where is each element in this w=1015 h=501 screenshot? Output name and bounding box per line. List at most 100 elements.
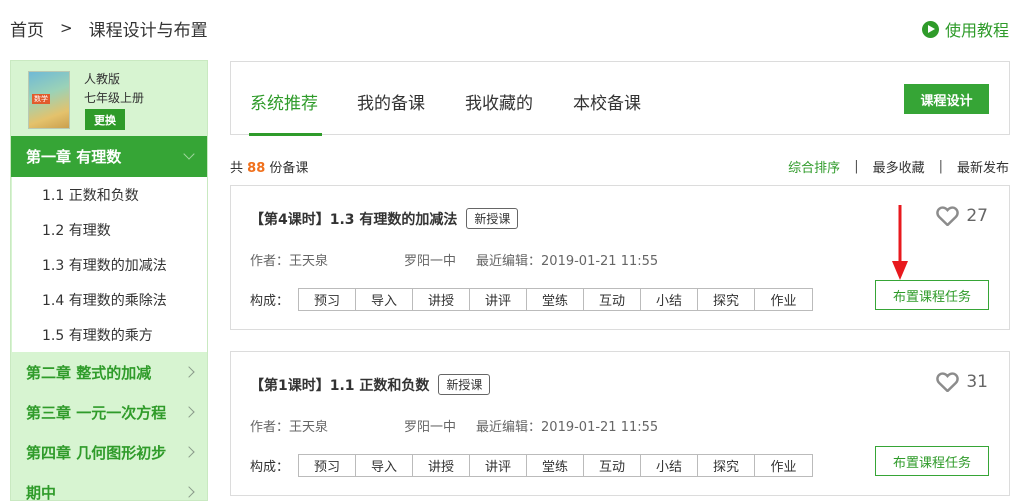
composition-step: 小结 [641,455,699,476]
sort-separator: | [938,159,943,174]
assign-course-task-button[interactable]: 布置课程任务 [875,280,989,310]
count-suffix: 份备课 [269,161,309,176]
lesson-card-title-row: 【第1课时】1.1 正数和负数 新授课 [250,374,491,395]
help-tutorial-link[interactable]: 使用教程 [921,17,1009,41]
lesson-type-badge: 新授课 [466,208,519,229]
tab-my-favorites[interactable]: 我收藏的 [465,89,533,114]
lesson-author: 作者：王天泉 [250,254,329,269]
sort-comprehensive[interactable]: 综合排序 [788,157,840,176]
composition-step: 预习 [299,289,357,310]
change-textbook-button[interactable]: 更换 [85,109,125,130]
favorite-count[interactable]: 31 [936,372,988,392]
lesson-card-title[interactable]: 【第4课时】1.3 有理数的加减法 [250,209,457,229]
composition-step: 导入 [356,289,414,310]
help-tutorial-label: 使用教程 [944,21,1009,40]
cover-tag: 数学 [32,94,50,104]
lesson-last-edited: 最近编辑：2019-01-21 11:55 [476,420,659,435]
chapter-label: 第一章 有理数 [26,148,122,166]
play-circle-icon [921,20,939,38]
lesson-list: 1.1 正数和负数 1.2 有理数 1.3 有理数的加减法 1.4 有理数的乘除… [11,177,207,352]
chapter-item[interactable]: 第四章 几何图形初步 [11,432,207,472]
tab-my-lessons[interactable]: 我的备课 [357,89,425,114]
chapter-label: 第二章 整式的加减 [26,363,152,382]
chapter-label: 期中 [26,483,57,501]
lesson-composition: 构成： 预习 导入 讲授 讲评 堂练 互动 小结 探究 作业 [250,288,814,311]
chevron-down-icon [183,148,195,160]
textbook-info: 数学 人教版 七年级上册 更换 [11,61,207,136]
chevron-right-icon [183,406,195,418]
lesson-school: 罗阳一中 [404,254,457,269]
chapter-item-active[interactable]: 第一章 有理数 [11,136,207,177]
composition-step: 讲授 [413,289,471,310]
composition-step: 讲评 [470,455,528,476]
tab-bar: 系统推荐 我的备课 我收藏的 本校备课 课程设计 [230,61,1010,136]
count-prefix: 共 [230,161,244,176]
chapter-item[interactable]: 第二章 整式的加减 [11,352,207,392]
composition-step: 互动 [584,289,642,310]
lesson-item[interactable]: 1.4 有理数的乘除法 [12,282,207,317]
composition-label: 构成： [250,460,290,475]
composition-step: 作业 [770,294,797,309]
breadcrumb-home[interactable]: 首页 [10,16,44,41]
sort-separator: | [854,159,859,174]
composition-step: 探究 [698,289,756,310]
composition-step: 小结 [641,289,699,310]
course-design-button[interactable]: 课程设计 [904,84,989,114]
lesson-school: 罗阳一中 [404,420,457,435]
composition-step: 探究 [698,455,756,476]
textbook-cover-image: 数学 [28,71,70,129]
lesson-last-edited: 最近编辑：2019-01-21 11:55 [476,254,659,269]
textbook-edition: 人教版 [84,72,121,86]
lesson-type-badge: 新授课 [438,374,491,395]
assign-course-task-button[interactable]: 布置课程任务 [875,446,989,476]
composition-step: 作业 [770,460,797,475]
composition-steps: 预习 导入 讲授 讲评 堂练 互动 小结 探究 作业 [298,288,814,311]
heart-icon [936,206,960,226]
composition-step: 讲评 [470,289,528,310]
chapter-item[interactable]: 期中 [11,472,207,501]
lesson-item[interactable]: 1.3 有理数的加减法 [12,247,207,282]
lesson-card: 【第1课时】1.1 正数和负数 新授课 31 作者：王天泉 罗阳一中 最近编辑：… [230,351,1010,496]
chevron-right-icon [183,486,195,498]
composition-step: 讲授 [413,455,471,476]
chevron-right-icon [183,446,195,458]
chapter-item[interactable]: 第三章 一元一次方程 [11,392,207,432]
chapter-label: 第四章 几何图形初步 [26,443,167,462]
lesson-item[interactable]: 1.1 正数和负数 [12,177,207,212]
tab-school-lessons[interactable]: 本校备课 [573,89,641,114]
lesson-item[interactable]: 1.5 有理数的乘方 [12,317,207,352]
composition-step: 互动 [584,455,642,476]
lesson-card-meta: 作者：王天泉 罗阳一中 最近编辑：2019-01-21 11:55 [250,250,658,269]
active-tab-indicator [249,133,322,136]
lesson-card-title[interactable]: 【第1课时】1.1 正数和负数 [250,375,429,395]
breadcrumb: 首页 > 课程设计与布置 [10,16,208,41]
composition-steps: 预习 导入 讲授 讲评 堂练 互动 小结 探究 作业 [298,454,814,477]
favorite-count-value: 27 [966,206,988,226]
lesson-item[interactable]: 1.2 有理数 [12,212,207,247]
lesson-card-title-row: 【第4课时】1.3 有理数的加减法 新授课 [250,208,519,229]
composition-step: 导入 [356,455,414,476]
breadcrumb-current: 课程设计与布置 [88,20,208,41]
tab-system-recommended[interactable]: 系统推荐 [250,89,318,114]
lesson-composition: 构成： 预习 导入 讲授 讲评 堂练 互动 小结 探究 作业 [250,454,814,477]
lesson-card-meta: 作者：王天泉 罗阳一中 最近编辑：2019-01-21 11:55 [250,416,658,435]
favorite-count-value: 31 [966,372,988,392]
chapter-label: 第三章 一元一次方程 [26,403,167,422]
chevron-right-icon [183,366,195,378]
composition-label: 构成： [250,294,290,309]
sort-options: 综合排序 | 最多收藏 | 最新发布 [788,157,1009,176]
chapter-sidebar: 数学 人教版 七年级上册 更换 第一章 有理数 1.1 正数和负数 1.2 有理… [10,60,208,501]
composition-step: 堂练 [527,289,585,310]
composition-step: 堂练 [527,455,585,476]
breadcrumb-separator: > [60,19,73,37]
textbook-grade: 七年级上册 [84,91,145,105]
lesson-count: 共 88 份备课 [230,157,308,176]
favorite-count[interactable]: 27 [936,206,988,226]
heart-icon [936,372,960,392]
count-number: 88 [247,161,266,176]
sort-newest[interactable]: 最新发布 [957,157,1009,176]
composition-step: 预习 [299,455,357,476]
annotation-arrow-icon [892,205,908,280]
sort-most-favorited[interactable]: 最多收藏 [873,157,925,176]
lesson-author: 作者：王天泉 [250,420,329,435]
